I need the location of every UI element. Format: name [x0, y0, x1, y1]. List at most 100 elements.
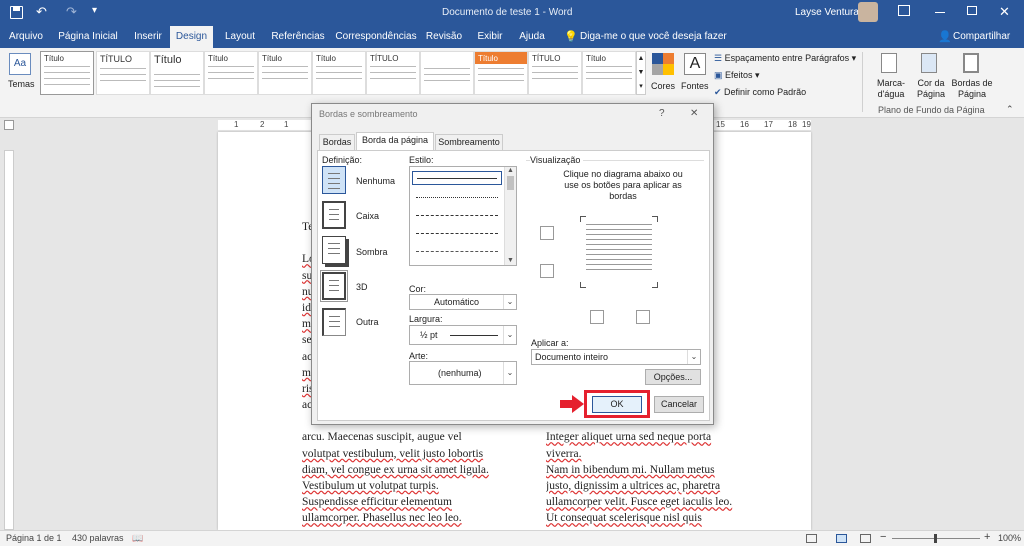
tab-arquivo[interactable]: Arquivo [4, 26, 48, 48]
zoom-level[interactable]: 100% [998, 533, 1021, 543]
fonts-button[interactable]: A Fontes [680, 51, 710, 111]
art-select[interactable]: (nenhuma) ⌄ [409, 361, 517, 385]
options-button[interactable]: Opções... [645, 369, 701, 385]
preset-nenhuma-label[interactable]: Nenhuma [356, 176, 395, 186]
style-thumb[interactable]: TÍTULO [528, 51, 582, 95]
apply-to-select[interactable]: Documento inteiro ⌄ [531, 349, 701, 365]
close-dialog-button[interactable]: ✕ [690, 108, 698, 119]
style-list[interactable]: ▲ ▼ [409, 166, 517, 266]
style-line-dotted[interactable] [416, 197, 498, 198]
style-line-dashed[interactable] [416, 215, 498, 216]
page-color-button[interactable]: Cor da Página [910, 51, 950, 105]
preview-diagram[interactable] [580, 216, 658, 288]
page-count[interactable]: Página 1 de 1 [6, 533, 62, 543]
tab-bordas[interactable]: Bordas [319, 134, 355, 150]
chevron-down-icon: ⌄ [503, 295, 516, 309]
style-thumb[interactable]: TÍTULO [366, 51, 420, 95]
scroll-up-icon[interactable]: ▲ [505, 167, 516, 174]
tell-me-input[interactable]: Diga-me o que você deseja fazer [580, 31, 727, 42]
preset-sombra-label[interactable]: Sombra [356, 247, 388, 257]
set-default-button[interactable]: ✔ Definir como Padrão [714, 87, 806, 98]
tab-correspondencias[interactable]: Correspondências [334, 26, 418, 48]
watermark-label: Marca-d'água [876, 78, 905, 99]
close-window-icon[interactable]: ✕ [999, 4, 1010, 20]
preset-outra[interactable] [322, 308, 346, 336]
user-name[interactable]: Layse Ventura [795, 7, 859, 18]
style-thumb[interactable]: Título [40, 51, 94, 95]
preset-caixa-label[interactable]: Caixa [356, 211, 379, 221]
print-layout-icon[interactable] [836, 534, 847, 543]
zoom-in-icon[interactable]: + [984, 531, 990, 543]
style-line-solid[interactable] [412, 171, 502, 185]
page-borders-icon [963, 53, 979, 73]
save-icon[interactable] [10, 6, 23, 19]
gallery-scroll-icon[interactable]: ▲ ▼ ▾ [636, 51, 646, 95]
right-border-button[interactable] [636, 310, 650, 324]
zoom-thumb[interactable] [934, 534, 937, 543]
preset-3d[interactable] [320, 270, 348, 302]
tab-referencias[interactable]: Referências [266, 26, 330, 48]
preset-nenhuma[interactable] [322, 166, 346, 194]
tab-sombreamento[interactable]: Sombreamento [435, 134, 503, 150]
preset-caixa[interactable] [322, 201, 346, 229]
bottom-border-button[interactable] [540, 264, 554, 278]
style-thumb[interactable]: Título [258, 51, 312, 95]
themes-icon: Aa [9, 53, 31, 75]
style-line-dashdot[interactable] [416, 251, 498, 252]
style-thumb[interactable]: Título [582, 51, 636, 95]
style-thumb[interactable]: TÍTULO [96, 51, 150, 95]
style-line-longdash[interactable] [416, 233, 498, 234]
ok-button[interactable]: OK [592, 396, 642, 413]
scroll-down-icon[interactable]: ▼ [505, 257, 516, 264]
tab-design[interactable]: Design [170, 26, 213, 48]
tab-selector-icon[interactable] [4, 120, 14, 130]
ruler-number: 17 [764, 120, 773, 129]
style-thumb[interactable]: Título [150, 51, 204, 95]
watermark-button[interactable]: Marca-d'água [870, 51, 910, 105]
tab-borda-da-pagina[interactable]: Borda da página [356, 132, 434, 151]
tab-revisao[interactable]: Revisão [424, 26, 464, 48]
undo-icon[interactable]: ↶ [36, 4, 47, 20]
preset-outra-label[interactable]: Outra [356, 317, 379, 327]
tab-layout[interactable]: Layout [220, 26, 260, 48]
title-bar: ↶ ↷ ▾ Documento de teste 1 - Word Layse … [0, 0, 1024, 26]
paragraph-spacing-button[interactable]: ☰ Espaçamento entre Parágrafos ▾ [714, 53, 856, 64]
page-borders-button[interactable]: Bordas de Página [950, 51, 994, 105]
proofing-icon[interactable]: 📖 [132, 533, 143, 544]
width-select[interactable]: ½ pt ⌄ [409, 325, 517, 345]
style-thumb[interactable]: Título [420, 51, 474, 95]
minimize-icon[interactable] [935, 12, 945, 13]
cancel-button[interactable]: Cancelar [654, 396, 704, 413]
style-thumb[interactable]: Título [312, 51, 366, 95]
help-button[interactable]: ? [659, 108, 665, 119]
preset-3d-label[interactable]: 3D [356, 282, 368, 292]
effects-button[interactable]: ▣ Efeitos ▾ [714, 70, 760, 81]
ribbon-display-icon[interactable] [898, 5, 910, 16]
tab-pagina-inicial[interactable]: Página Inicial [56, 26, 120, 48]
customize-qat-icon[interactable]: ▾ [92, 5, 97, 16]
colors-icon [652, 53, 674, 75]
tab-exibir[interactable]: Exibir [472, 26, 508, 48]
colors-button[interactable]: Cores [650, 51, 676, 111]
chevron-down-icon: ⌄ [503, 362, 516, 384]
maximize-icon[interactable] [967, 6, 977, 15]
zoom-out-icon[interactable]: − [880, 531, 886, 543]
themes-button[interactable]: Aa Temas [6, 51, 36, 111]
tab-ajuda[interactable]: Ajuda [514, 26, 550, 48]
style-scrollbar[interactable]: ▲ ▼ [504, 167, 516, 265]
style-thumb[interactable]: Título [204, 51, 258, 95]
redo-icon[interactable]: ↷ [66, 4, 77, 20]
word-count[interactable]: 430 palavras [72, 533, 124, 543]
tab-inserir[interactable]: Inserir [128, 26, 168, 48]
color-select[interactable]: Automático ⌄ [409, 294, 517, 310]
ruler-number: 18 [788, 120, 797, 129]
focus-mode-icon[interactable] [806, 534, 817, 543]
web-layout-icon[interactable] [860, 534, 871, 543]
top-border-button[interactable] [540, 226, 554, 240]
collapse-ribbon-icon[interactable]: ⌃ [1006, 104, 1014, 115]
left-border-button[interactable] [590, 310, 604, 324]
preset-sombra[interactable] [322, 236, 346, 264]
avatar[interactable] [858, 2, 878, 22]
style-thumb[interactable]: Título [474, 51, 528, 95]
share-button[interactable]: Compartilhar [953, 31, 1010, 42]
